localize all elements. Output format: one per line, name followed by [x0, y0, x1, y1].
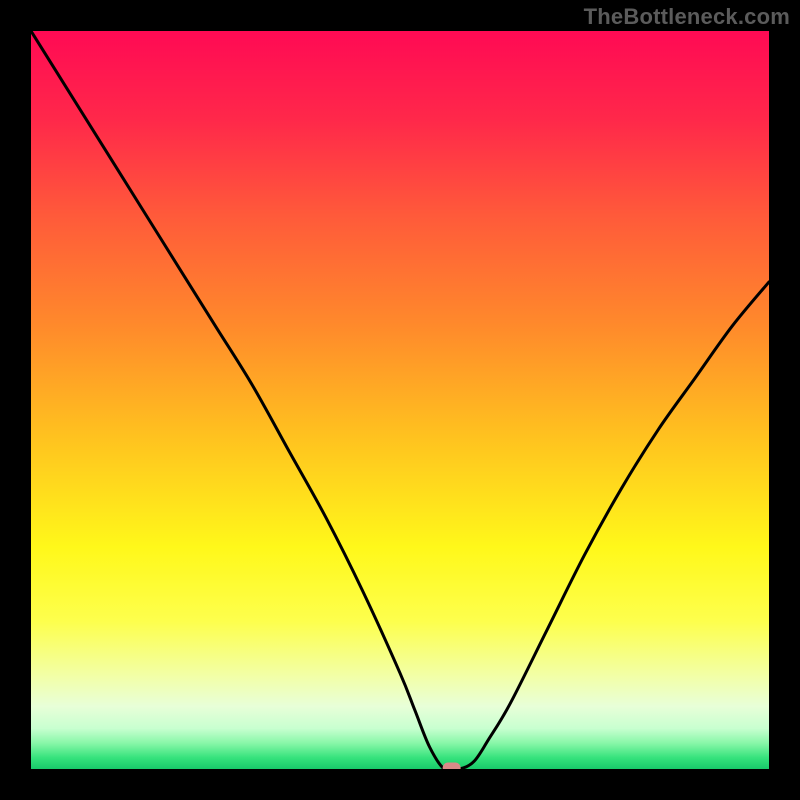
gradient-background: [31, 31, 769, 769]
watermark-text: TheBottleneck.com: [584, 4, 790, 30]
bottleneck-chart: [31, 31, 769, 769]
minimum-marker: [443, 763, 461, 770]
marker-pill: [443, 763, 461, 770]
chart-container: TheBottleneck.com: [0, 0, 800, 800]
